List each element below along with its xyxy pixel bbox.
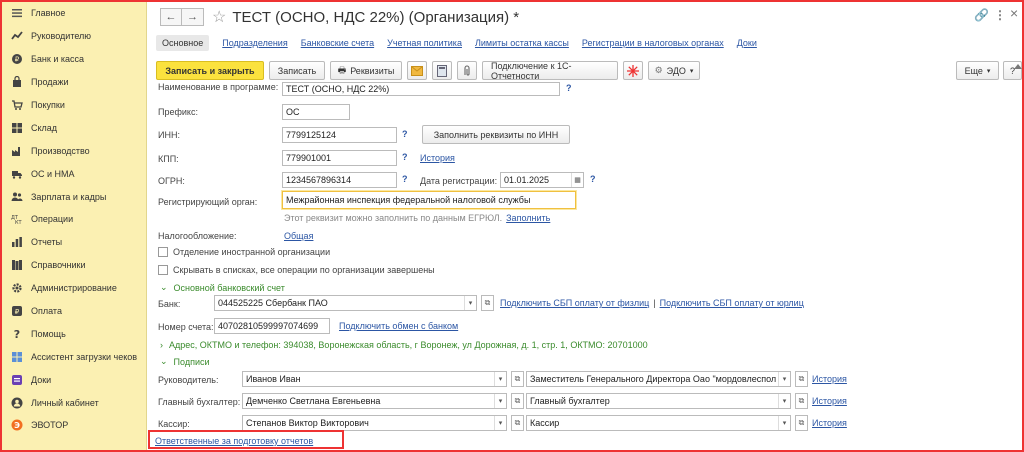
window-frame	[0, 0, 1024, 452]
